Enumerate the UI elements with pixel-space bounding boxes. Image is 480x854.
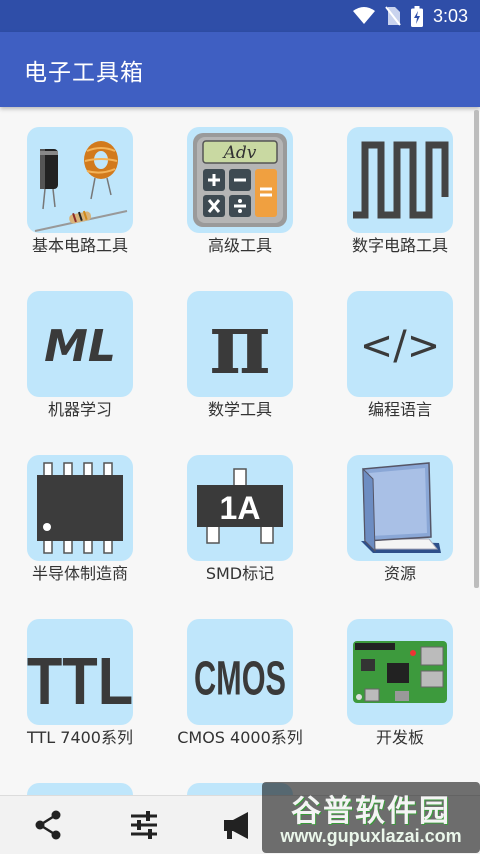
cmos-icon: CMOS (194, 651, 286, 706)
tile-dev-boards[interactable]: 开发板 (320, 599, 480, 771)
tile-label: 资源 (383, 564, 416, 583)
ml-icon: ML (44, 321, 116, 372)
square-wave-icon (353, 141, 449, 219)
tile-label: 半导体制造商 (31, 564, 128, 583)
app-title: 电子工具箱 (24, 59, 144, 86)
partial-tile-icon (27, 783, 133, 795)
announcement-button[interactable] (222, 808, 256, 842)
book-icon (361, 462, 441, 553)
calculator-icon: Adv (193, 133, 287, 227)
tile-label: 编程语言 (367, 400, 432, 419)
tile-label: 基本电路工具 (31, 236, 128, 255)
tile-label: SMD标记 (205, 564, 275, 583)
tile-label: 数学工具 (207, 400, 272, 419)
tile-label: 高级工具 (207, 236, 272, 255)
wifi-icon (352, 7, 375, 24)
tile-label: 机器学习 (47, 400, 112, 419)
status-bar: 3:03 (0, 0, 480, 32)
tile-basic-circuit-tools[interactable]: 基本电路工具 (0, 107, 160, 271)
ml-glyph: ML (44, 321, 116, 372)
tile-machine-learning[interactable]: ML 机器学习 (0, 271, 160, 435)
settings-button[interactable] (127, 808, 161, 842)
tile-label: CMOS 4000系列 (177, 728, 303, 747)
code-glyph: </> (360, 323, 441, 369)
ttl-icon: TTL (27, 644, 133, 719)
settings-sliders-icon (131, 811, 157, 839)
smd-chip-icon: 1A (197, 468, 283, 544)
code-tag-icon: </> (360, 323, 441, 369)
share-button[interactable] (31, 808, 65, 842)
status-time: 3:03 (432, 5, 468, 26)
watermark-logo: 谷普软件园 www.gupuxlazai.com (262, 782, 480, 853)
ttl-glyph: TTL (27, 644, 133, 719)
tile-smd-marking[interactable]: 1A SMD标记 (160, 435, 320, 599)
dev-board-icon (353, 641, 447, 703)
tile-label: TTL 7400系列 (27, 728, 133, 747)
battery-icon (410, 5, 423, 27)
pi-glyph: π (209, 294, 270, 393)
cmos-glyph: CMOS (194, 651, 286, 706)
watermark-url: www.gupuxlazai.com (280, 826, 462, 846)
smd-glyph: 1A (220, 490, 261, 526)
tile-ttl-7400-series[interactable]: TTL TTL 7400系列 (0, 599, 160, 771)
pi-icon: π (209, 294, 270, 393)
tile-resources[interactable]: 资源 (320, 435, 480, 599)
tile-advanced-tools[interactable]: Adv 高级工具 (160, 107, 320, 271)
tile-label: 开发板 (375, 728, 424, 747)
calculator-display-text: Adv (222, 143, 257, 163)
tile-semiconductor-manufacturers[interactable]: 半导体制造商 (0, 435, 160, 599)
tool-grid: 基本电路工具 Adv 高级工具 数字电路工具 ML 机器学习 π 数学工具 </… (0, 107, 480, 795)
tile-cmos-4000-series[interactable]: CMOS CMOS 4000系列 (160, 599, 320, 779)
scrollbar[interactable] (474, 110, 479, 588)
electronic-components-icon (34, 141, 128, 232)
share-icon (35, 810, 61, 840)
tile-digital-circuit-tools[interactable]: 数字电路工具 (320, 107, 480, 271)
megaphone-icon (224, 812, 248, 839)
no-sim-icon (385, 6, 401, 26)
tile-math-tools[interactable]: π 数学工具 (160, 271, 320, 435)
watermark-title: 谷普软件园 (291, 794, 451, 829)
ic-chip-icon (37, 462, 123, 554)
tile-programming-languages[interactable]: </> 编程语言 (320, 271, 480, 435)
tile-label: 数字电路工具 (351, 236, 448, 255)
app-bar: 电子工具箱 (0, 32, 480, 107)
